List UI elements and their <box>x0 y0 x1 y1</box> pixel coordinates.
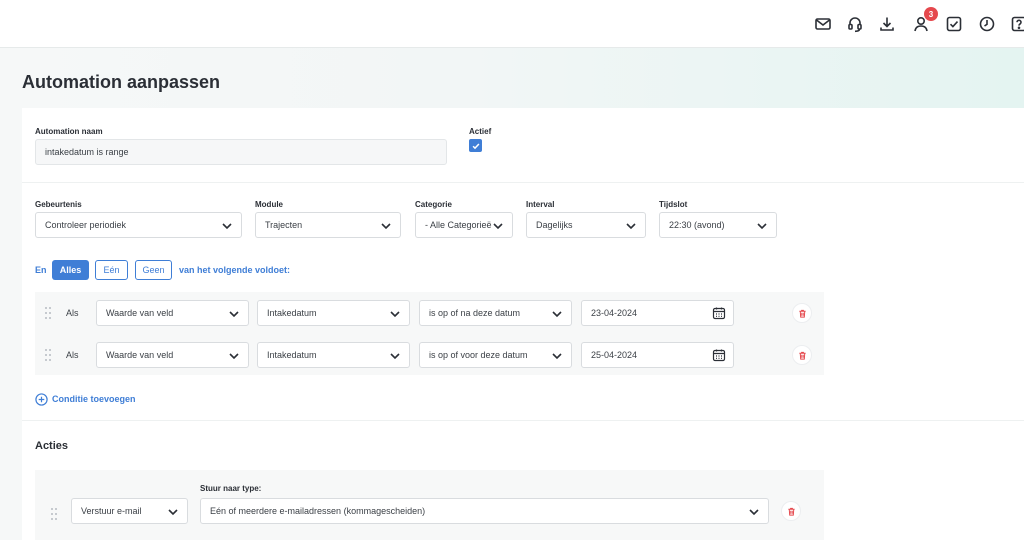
add-condition-label: Conditie toevoegen <box>52 394 136 404</box>
user-icon[interactable]: 3 <box>912 7 938 33</box>
send-to-select[interactable]: Eén of meerdere e-mailadressen (kommages… <box>200 498 769 524</box>
condition-field-select[interactable]: Intakedatum <box>257 342 410 368</box>
condition-type-select[interactable]: Waarde van veld <box>96 300 249 326</box>
chevron-down-icon <box>222 223 232 230</box>
tasks-icon[interactable] <box>945 15 963 33</box>
conditions-list: Als Waarde van veld Intakedatum is op of… <box>35 292 824 375</box>
condition-type-select[interactable]: Waarde van veld <box>96 342 249 368</box>
trash-icon <box>798 351 806 360</box>
send-to-label: Stuur naar type: <box>200 484 262 493</box>
chevron-down-icon <box>229 353 239 360</box>
chevron-down-icon <box>757 223 767 230</box>
plus-circle-icon <box>35 392 48 406</box>
active-checkbox[interactable] <box>469 139 482 152</box>
chevron-down-icon <box>552 311 562 318</box>
condition-field-value: Intakedatum <box>267 308 317 318</box>
condition-date-input[interactable]: 25-04-2024 <box>581 342 734 368</box>
chevron-down-icon <box>493 223 503 230</box>
condition-operator-select[interactable]: is op of voor deze datum <box>419 342 572 368</box>
condition-operator-value: is op of na deze datum <box>429 308 521 318</box>
delete-condition-button[interactable] <box>792 303 812 323</box>
interval-label: Interval <box>526 200 555 209</box>
condition-operator-select[interactable]: is op of na deze datum <box>419 300 572 326</box>
headset-icon[interactable] <box>846 15 864 33</box>
condition-field-value: Intakedatum <box>267 350 317 360</box>
chevron-down-icon <box>168 509 178 516</box>
top-bar: 3 <box>0 0 1024 48</box>
automation-form-card: Automation naam intakedatum is range Act… <box>22 108 1024 540</box>
event-select[interactable]: Controleer periodiek <box>35 212 242 238</box>
actions-title: Acties <box>35 440 69 452</box>
drag-handle-icon[interactable] <box>45 349 53 361</box>
trash-icon <box>787 507 795 516</box>
condition-date-input[interactable]: 23-04-2024 <box>581 300 734 326</box>
chevron-down-icon <box>390 311 400 318</box>
module-label: Module <box>255 200 283 209</box>
condition-field-select[interactable]: Intakedatum <box>257 300 410 326</box>
match-prefix: En <box>35 265 47 275</box>
condition-row: Als Waarde van veld Intakedatum is op of… <box>35 300 824 326</box>
event-label: Gebeurtenis <box>35 200 82 209</box>
event-value: Controleer periodiek <box>45 220 127 230</box>
condition-operator-value: is op of voor deze datum <box>429 350 528 360</box>
match-one-button[interactable]: Eén <box>95 260 128 280</box>
condition-type-value: Waarde van veld <box>106 308 174 318</box>
trash-icon <box>798 309 806 318</box>
interval-select[interactable]: Dagelijks <box>526 212 646 238</box>
notification-badge: 3 <box>924 7 938 21</box>
active-label: Actief <box>469 127 492 136</box>
drag-handle-icon[interactable] <box>51 508 59 520</box>
divider <box>22 420 1024 421</box>
automation-name-value: intakedatum is range <box>45 147 129 157</box>
page-title: Automation aanpassen <box>22 72 221 92</box>
delete-condition-button[interactable] <box>792 345 812 365</box>
calendar-icon[interactable] <box>712 348 726 362</box>
chevron-down-icon <box>749 509 759 516</box>
delete-action-button[interactable] <box>781 501 801 521</box>
action-row: Verstuur e-mail Stuur naar type: Eén of … <box>35 470 824 540</box>
help-icon[interactable] <box>1010 15 1024 33</box>
automation-name-input[interactable]: intakedatum is range <box>35 139 447 165</box>
drag-handle-icon[interactable] <box>45 307 53 319</box>
timeslot-select[interactable]: 22:30 (avond) <box>659 212 777 238</box>
match-all-button[interactable]: Alles <box>52 260 89 280</box>
match-none-button[interactable]: Geen <box>135 260 172 280</box>
chevron-down-icon <box>626 223 636 230</box>
timeslot-label: Tijdslot <box>659 200 688 209</box>
action-type-select[interactable]: Verstuur e-mail <box>71 498 188 524</box>
chevron-down-icon <box>552 353 562 360</box>
chevron-down-icon <box>381 223 391 230</box>
send-to-value: Eén of meerdere e-mailadressen (kommages… <box>210 506 426 516</box>
module-select[interactable]: Trajecten <box>255 212 401 238</box>
add-condition-button[interactable]: Conditie toevoegen <box>35 392 136 406</box>
category-label: Categorie <box>415 200 452 209</box>
automation-name-label: Automation naam <box>35 127 103 136</box>
mail-icon[interactable] <box>814 15 832 33</box>
match-suffix: van het volgende voldoet: <box>179 265 291 275</box>
condition-row: Als Waarde van veld Intakedatum is op of… <box>35 342 824 368</box>
divider <box>22 182 1024 183</box>
category-select[interactable]: - Alle Categorieën <box>415 212 513 238</box>
clock-icon[interactable] <box>978 15 996 33</box>
condition-type-value: Waarde van veld <box>106 350 174 360</box>
condition-if-label: Als <box>66 308 79 318</box>
calendar-icon[interactable] <box>712 306 726 320</box>
download-icon[interactable] <box>878 15 896 33</box>
condition-if-label: Als <box>66 350 79 360</box>
chevron-down-icon <box>229 311 239 318</box>
category-value: - Alle Categorieën <box>425 220 492 230</box>
chevron-down-icon <box>390 353 400 360</box>
